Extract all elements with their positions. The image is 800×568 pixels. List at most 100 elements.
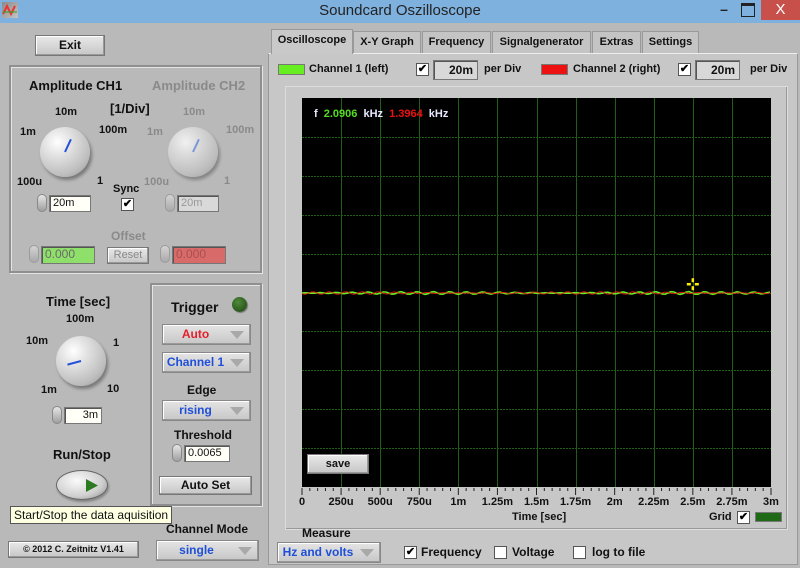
ch2-per-div-input[interactable]: 20m	[695, 60, 740, 80]
tab-xy-graph[interactable]: X-Y Graph	[353, 31, 421, 53]
run-stop-button[interactable]	[56, 470, 108, 500]
x-axis-label: Time [sec]	[512, 511, 567, 523]
ch2-scale-100m: 100m	[226, 124, 255, 136]
ch2-amplitude-spinner	[165, 194, 175, 212]
channel-mode-label: Channel Mode	[166, 522, 249, 536]
grid-color-swatch[interactable]	[755, 512, 782, 522]
close-button[interactable]: X	[761, 0, 800, 20]
amplitude-ch2-title: Amplitude CH2	[152, 78, 246, 93]
threshold-label: Threshold	[174, 428, 233, 442]
x-tick-label: 500u	[367, 496, 393, 508]
x-tick-label: 250u	[328, 496, 354, 508]
oscilloscope-plot[interactable]: f 2.0906 kHz 1.3964 kHz save	[302, 98, 771, 487]
measure-mode-dropdown[interactable]: Hz and volts	[277, 542, 381, 563]
ch1-color-swatch[interactable]	[278, 64, 305, 75]
copyright-label: © 2012 C. Zeitnitz V1.41	[8, 541, 139, 558]
run-stop-label: Run/Stop	[53, 447, 111, 462]
ch1-per-div-label: per Div	[484, 63, 522, 75]
time-scale-100m: 100m	[66, 313, 95, 325]
time-knob[interactable]	[56, 336, 106, 386]
log-to-file-checkbox[interactable]	[573, 546, 586, 559]
x-tick-label: 2.5m	[680, 496, 706, 508]
x-tick-label: 1.75m	[559, 496, 592, 508]
ch2-label: Channel 2 (right)	[573, 63, 661, 75]
channel-mode-dropdown[interactable]: single	[156, 540, 259, 561]
chevron-down-icon	[230, 407, 244, 415]
time-scale-1: 1	[113, 337, 120, 349]
auto-set-button[interactable]: Auto Set	[159, 476, 252, 495]
ch2-scale-1m: 1m	[147, 126, 163, 138]
ch1-scale-10m: 10m	[55, 106, 78, 118]
tab-extras[interactable]: Extras	[592, 31, 641, 53]
grid-checkbox[interactable]: ✔	[737, 511, 750, 524]
ch1-per-div-input[interactable]: 20m	[433, 60, 478, 80]
trigger-led-icon	[232, 297, 247, 312]
voltage-label: Voltage	[512, 545, 555, 559]
exit-button[interactable]: Exit	[35, 35, 105, 56]
ch1-scale-100u: 100u	[17, 176, 43, 188]
ch2-scale-1: 1	[224, 175, 231, 187]
maximize-button[interactable]	[741, 3, 755, 17]
channel-mode-value: single	[179, 543, 214, 557]
knob-needle	[192, 138, 200, 153]
save-button[interactable]: save	[307, 454, 369, 474]
amplitude-ch1-knob[interactable]	[40, 127, 90, 177]
x-tick-label: 750u	[406, 496, 432, 508]
time-scale-10m: 10m	[26, 335, 49, 347]
sync-checkbox[interactable]: ✔	[121, 198, 134, 211]
ch2-amplitude-input: 20m	[177, 195, 219, 212]
frequency-label: Frequency	[421, 545, 482, 559]
offset-ch2-input: 0.000	[172, 246, 226, 264]
log-to-file-label: log to file	[592, 545, 646, 559]
tab-signalgenerator[interactable]: Signalgenerator	[492, 31, 591, 53]
minimize-button[interactable]: –	[717, 2, 731, 18]
frequency-checkbox[interactable]: ✔	[404, 546, 417, 559]
time-spinner[interactable]	[52, 406, 62, 424]
threshold-spinner[interactable]	[172, 444, 182, 462]
tab-settings[interactable]: Settings	[642, 31, 699, 53]
ch1-label: Channel 1 (left)	[309, 63, 389, 75]
ch1-scale-100m: 100m	[99, 124, 128, 136]
trigger-edge-value: rising	[179, 403, 212, 417]
sync-label: Sync	[113, 183, 140, 195]
ch1-enable-checkbox[interactable]: ✔	[416, 63, 429, 76]
ch2-enable-checkbox[interactable]: ✔	[678, 63, 691, 76]
tab-oscilloscope[interactable]: Oscilloscope	[271, 29, 353, 54]
knob-needle	[64, 138, 72, 153]
trigger-mode-dropdown[interactable]: Auto	[162, 324, 251, 345]
ch2-scale-10m: 10m	[183, 106, 206, 118]
frequency-readout: f 2.0906 kHz 1.3964 kHz	[314, 108, 448, 120]
ch2-color-swatch[interactable]	[541, 64, 568, 75]
measure-label: Measure	[302, 526, 351, 540]
ch2-scale-100u: 100u	[144, 176, 170, 188]
x-tick-label: 2m	[606, 496, 623, 508]
offset-label: Offset	[111, 229, 146, 243]
tab-frequency[interactable]: Frequency	[422, 31, 491, 53]
offset-reset-button: Reset	[107, 247, 149, 264]
freq-ch1-unit: kHz	[363, 108, 384, 120]
offset-ch2-spinner	[160, 245, 170, 263]
ch1-scale-1: 1	[97, 175, 104, 187]
time-scale-10: 10	[107, 383, 120, 395]
threshold-input[interactable]: 0.0065	[184, 445, 230, 462]
edge-label: Edge	[187, 383, 217, 397]
play-icon	[86, 479, 98, 492]
freq-ch2-unit: kHz	[428, 108, 449, 120]
time-title: Time [sec]	[46, 294, 111, 309]
ch1-scale-1m: 1m	[20, 126, 36, 138]
ch2-per-div-label: per Div	[750, 63, 788, 75]
ch1-amplitude-input[interactable]: 20m	[49, 195, 91, 212]
measure-mode-value: Hz and volts	[282, 545, 354, 559]
time-input[interactable]: 3m	[64, 407, 102, 424]
knob-needle	[67, 360, 82, 366]
x-tick-label: 1.25m	[481, 496, 514, 508]
time-scale-1m: 1m	[41, 384, 57, 396]
window-title: Soundcard Oszilloscope	[319, 2, 481, 19]
trigger-edge-dropdown[interactable]: rising	[162, 400, 251, 421]
voltage-checkbox[interactable]	[494, 546, 507, 559]
ch1-amplitude-spinner[interactable]	[37, 194, 47, 212]
trigger-channel-dropdown[interactable]: Channel 1	[162, 352, 251, 373]
freq-prefix: f	[314, 108, 318, 120]
cursor-crosshair-icon	[686, 278, 699, 291]
amplitude-ch2-knob	[168, 127, 218, 177]
